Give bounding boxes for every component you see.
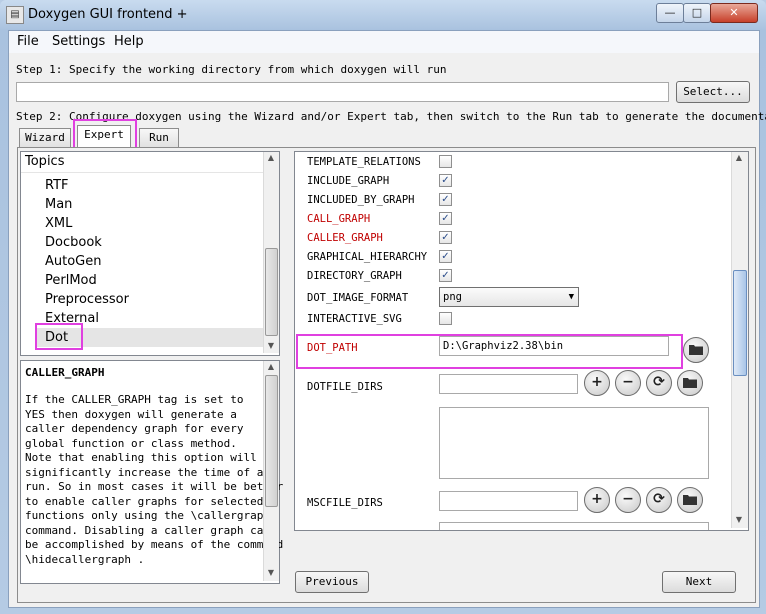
topic-autogen[interactable]: AutoGen xyxy=(45,252,261,271)
mscfile-dirs-list[interactable] xyxy=(439,522,709,530)
option-label: INCLUDED_BY_GRAPH xyxy=(307,194,415,206)
title-bar: ▤ Doxygen GUI frontend + — □ ✕ xyxy=(0,0,766,30)
help-scrollbar[interactable]: ▲ ▼ xyxy=(263,361,279,581)
app-icon: ▤ xyxy=(6,6,24,24)
next-button[interactable]: Next xyxy=(662,571,736,593)
help-scroll-thumb[interactable] xyxy=(265,375,278,507)
scroll-down-icon[interactable]: ▼ xyxy=(264,340,278,352)
help-line: significantly increase the time of a xyxy=(25,465,264,479)
included-by-graph-checkbox[interactable]: ✓ xyxy=(439,193,452,206)
client-area: File Settings Help Step 1: Specify the w… xyxy=(8,30,766,608)
working-directory-input[interactable] xyxy=(16,82,669,102)
close-button[interactable]: ✕ xyxy=(710,3,758,23)
scroll-up-icon[interactable]: ▲ xyxy=(264,361,278,373)
include-graph-checkbox[interactable]: ✓ xyxy=(439,174,452,187)
caller-graph-checkbox[interactable]: ✓ xyxy=(439,231,452,244)
topics-list: Topics RTF Man XML Docbook AutoGen PerlM… xyxy=(20,151,280,356)
call-graph-checkbox[interactable]: ✓ xyxy=(439,212,452,225)
topic-perlmod[interactable]: PerlMod xyxy=(45,271,261,290)
help-line: global function or class method. xyxy=(25,436,237,450)
add-icon[interactable]: + xyxy=(584,487,610,513)
option-label: INTERACTIVE_SVG xyxy=(307,313,402,325)
remove-icon[interactable]: − xyxy=(615,487,641,513)
option-label: INCLUDE_GRAPH xyxy=(307,175,390,187)
remove-icon[interactable]: − xyxy=(615,370,641,396)
option-label: DOTFILE_DIRS xyxy=(307,381,383,393)
maximize-button[interactable]: □ xyxy=(683,3,711,23)
dot-image-format-select[interactable]: png ▼ xyxy=(439,287,579,307)
mscfile-dirs-input[interactable] xyxy=(439,491,578,511)
chevron-down-icon: ▼ xyxy=(568,292,574,302)
folder-icon[interactable] xyxy=(677,487,703,513)
help-line: If the CALLER_GRAPH tag is set to xyxy=(25,393,244,406)
refresh-icon[interactable]: ⟳ xyxy=(646,370,672,396)
menu-help[interactable]: Help xyxy=(114,34,144,49)
dot-path-highlight xyxy=(296,334,683,369)
option-label: GRAPHICAL_HIERARCHY xyxy=(307,251,428,263)
refresh-icon[interactable]: ⟳ xyxy=(646,487,672,513)
options-scrollbar[interactable]: ▲ ▼ xyxy=(731,152,748,528)
dot-image-format-value: png xyxy=(443,291,462,303)
tab-run[interactable]: Run xyxy=(139,128,179,147)
option-label: CALL_GRAPH xyxy=(307,213,371,225)
scroll-down-icon[interactable]: ▼ xyxy=(732,514,746,526)
dot-topic-highlight xyxy=(35,323,83,350)
option-label: MSCFILE_DIRS xyxy=(307,497,383,509)
help-title: CALLER_GRAPH xyxy=(25,366,105,379)
menu-bar: File Settings Help xyxy=(9,31,759,53)
add-icon[interactable]: + xyxy=(584,370,610,396)
topic-rtf[interactable]: RTF xyxy=(45,176,261,195)
scroll-up-icon[interactable]: ▲ xyxy=(264,152,278,164)
select-directory-button[interactable]: Select... xyxy=(676,81,750,103)
help-line: be accomplished by means of the command xyxy=(25,538,284,551)
option-label: CALLER_GRAPH xyxy=(307,232,383,244)
topic-preprocessor[interactable]: Preprocessor xyxy=(45,290,261,309)
topic-man[interactable]: Man xyxy=(45,195,261,214)
scroll-up-icon[interactable]: ▲ xyxy=(732,152,746,164)
folder-icon[interactable] xyxy=(677,370,703,396)
scroll-down-icon[interactable]: ▼ xyxy=(264,567,278,579)
dotfile-dirs-input[interactable] xyxy=(439,374,578,394)
directory-graph-checkbox[interactable]: ✓ xyxy=(439,269,452,282)
help-line: \hidecallergraph . xyxy=(25,552,145,566)
minimize-button[interactable]: — xyxy=(656,3,684,23)
step1-label: Step 1: Specify the working directory fr… xyxy=(16,63,447,76)
menu-settings[interactable]: Settings xyxy=(52,34,105,49)
menu-file[interactable]: File xyxy=(17,34,39,49)
help-line: run. So in most cases it will be better xyxy=(25,480,284,493)
previous-button[interactable]: Previous xyxy=(295,571,369,593)
help-panel: CALLER_GRAPH If the CALLER_GRAPH tag is … xyxy=(20,360,284,584)
topics-scroll-thumb[interactable] xyxy=(265,248,278,336)
graphical-hierarchy-checkbox[interactable]: ✓ xyxy=(439,250,452,263)
help-line: to enable caller graphs for selected xyxy=(25,494,264,508)
help-line: functions only using the \callergraph xyxy=(25,509,271,522)
topic-xml[interactable]: XML xyxy=(45,214,261,233)
window-title: Doxygen GUI frontend + xyxy=(28,7,188,22)
topics-scrollbar[interactable]: ▲ ▼ xyxy=(263,152,279,353)
topic-docbook[interactable]: Docbook xyxy=(45,233,261,252)
folder-icon[interactable] xyxy=(683,337,709,363)
tab-wizard[interactable]: Wizard xyxy=(19,128,71,147)
template-relations-checkbox[interactable] xyxy=(439,155,452,168)
topics-header: Topics xyxy=(21,152,267,173)
option-label: DIRECTORY_GRAPH xyxy=(307,270,402,282)
dotfile-dirs-list[interactable] xyxy=(439,407,709,479)
expert-panel: Topics RTF Man XML Docbook AutoGen PerlM… xyxy=(17,147,756,603)
help-line: Note that enabling this option will xyxy=(25,451,257,464)
option-label: DOT_IMAGE_FORMAT xyxy=(307,292,409,304)
help-line: command. Disabling a caller graph can xyxy=(25,523,271,537)
help-line: YES then doxygen will generate a xyxy=(25,407,237,421)
help-line: caller dependency graph for every xyxy=(25,422,244,435)
option-label: TEMPLATE_RELATIONS xyxy=(307,156,421,168)
options-scroll-thumb[interactable] xyxy=(733,270,747,376)
interactive-svg-checkbox[interactable] xyxy=(439,312,452,325)
